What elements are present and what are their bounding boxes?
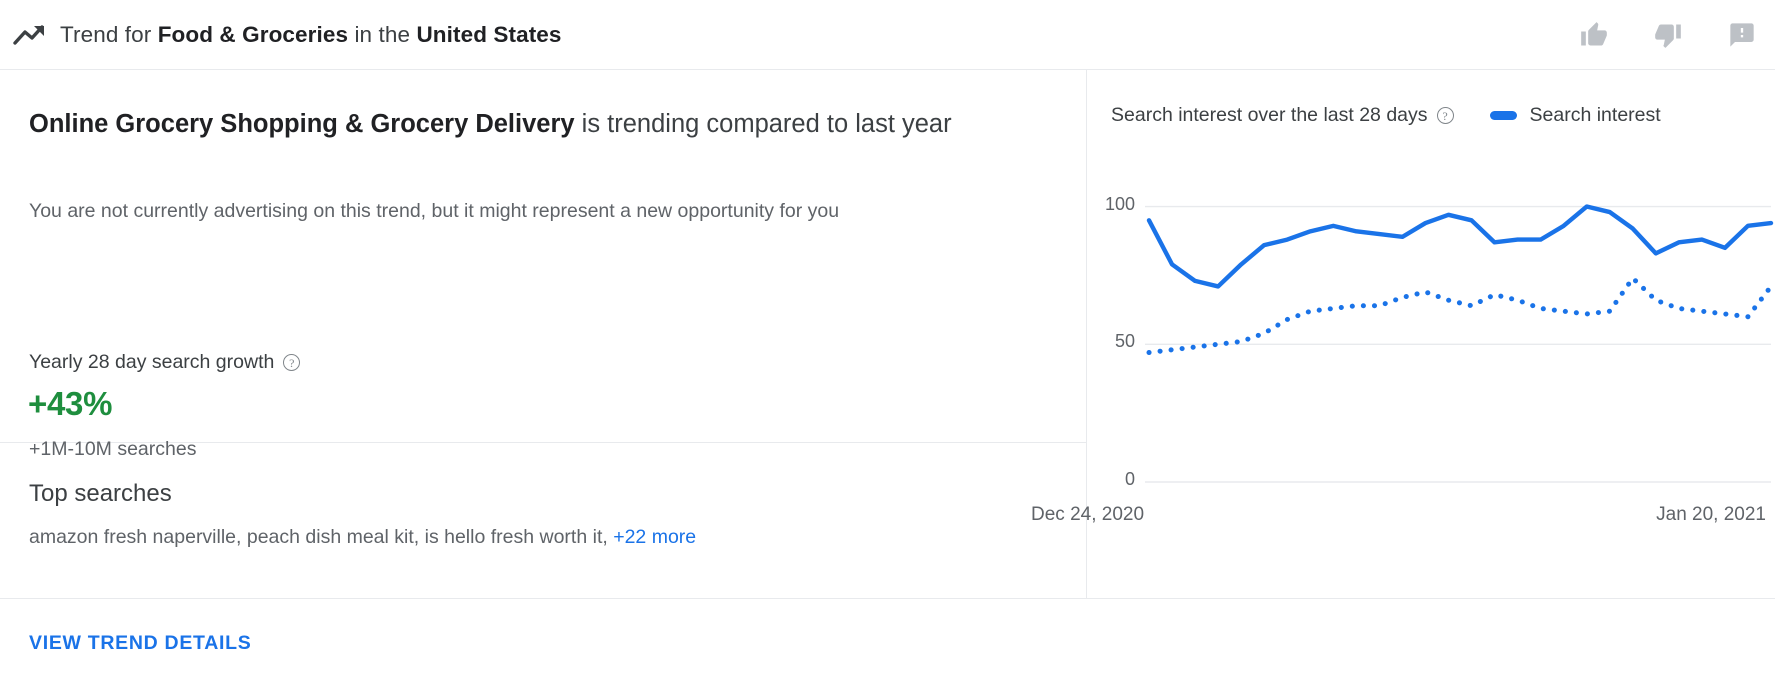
thumb-down-icon[interactable]	[1653, 20, 1683, 50]
trend-card: Trend for Food & Groceries in the United…	[0, 0, 1775, 684]
trend-headline-term: Online Grocery Shopping & Grocery Delive…	[29, 110, 575, 138]
view-trend-details-link[interactable]: VIEW TREND DETAILS	[29, 632, 251, 655]
y-tick-50: 50	[1114, 331, 1135, 352]
card-footer: VIEW TREND DETAILS	[0, 598, 1775, 684]
trending-up-icon	[10, 18, 50, 52]
growth-label-row: Yearly 28 day search growth ?	[29, 351, 301, 374]
trend-headline-rest: is trending compared to last year	[574, 110, 952, 138]
x-tick-end: Jan 20, 2021	[1656, 504, 1766, 525]
y-tick-0: 0	[1124, 469, 1135, 489]
help-icon[interactable]: ?	[283, 354, 301, 371]
trend-summary-section: Online Grocery Shopping & Grocery Delive…	[0, 70, 1086, 460]
growth-label: Yearly 28 day search growth	[29, 351, 275, 373]
page-title: Trend for Food & Groceries in the United…	[60, 22, 562, 48]
top-searches-terms: amazon fresh naperville, peach dish meal…	[29, 526, 608, 548]
header-category: Food & Groceries	[157, 21, 349, 47]
card-header: Trend for Food & Groceries in the United…	[0, 0, 1775, 70]
left-panel: Online Grocery Shopping & Grocery Delive…	[0, 70, 1086, 598]
header-prefix: Trend for	[60, 21, 158, 47]
header-region: United States	[416, 21, 562, 47]
trend-subtext: You are not currently advertising on thi…	[29, 200, 840, 222]
growth-value: +43%	[28, 385, 113, 422]
header-actions	[1579, 0, 1757, 70]
chart-panel: Search interest over the last 28 days ? …	[1031, 70, 1775, 598]
trend-headline: Online Grocery Shopping & Grocery Delive…	[29, 103, 1039, 146]
top-searches-list: amazon fresh naperville, peach dish meal…	[29, 526, 696, 549]
top-searches-title: Top searches	[29, 480, 172, 507]
top-searches-section: Top searches amazon fresh naperville, pe…	[0, 443, 1086, 598]
top-searches-more-link[interactable]: +22 more	[613, 526, 696, 548]
x-tick-start: Dec 24, 2020	[1031, 504, 1145, 525]
y-tick-100: 100	[1104, 193, 1135, 214]
header-middle: in the	[348, 21, 417, 47]
feedback-icon[interactable]	[1727, 20, 1757, 50]
thumb-up-icon[interactable]	[1579, 20, 1609, 50]
